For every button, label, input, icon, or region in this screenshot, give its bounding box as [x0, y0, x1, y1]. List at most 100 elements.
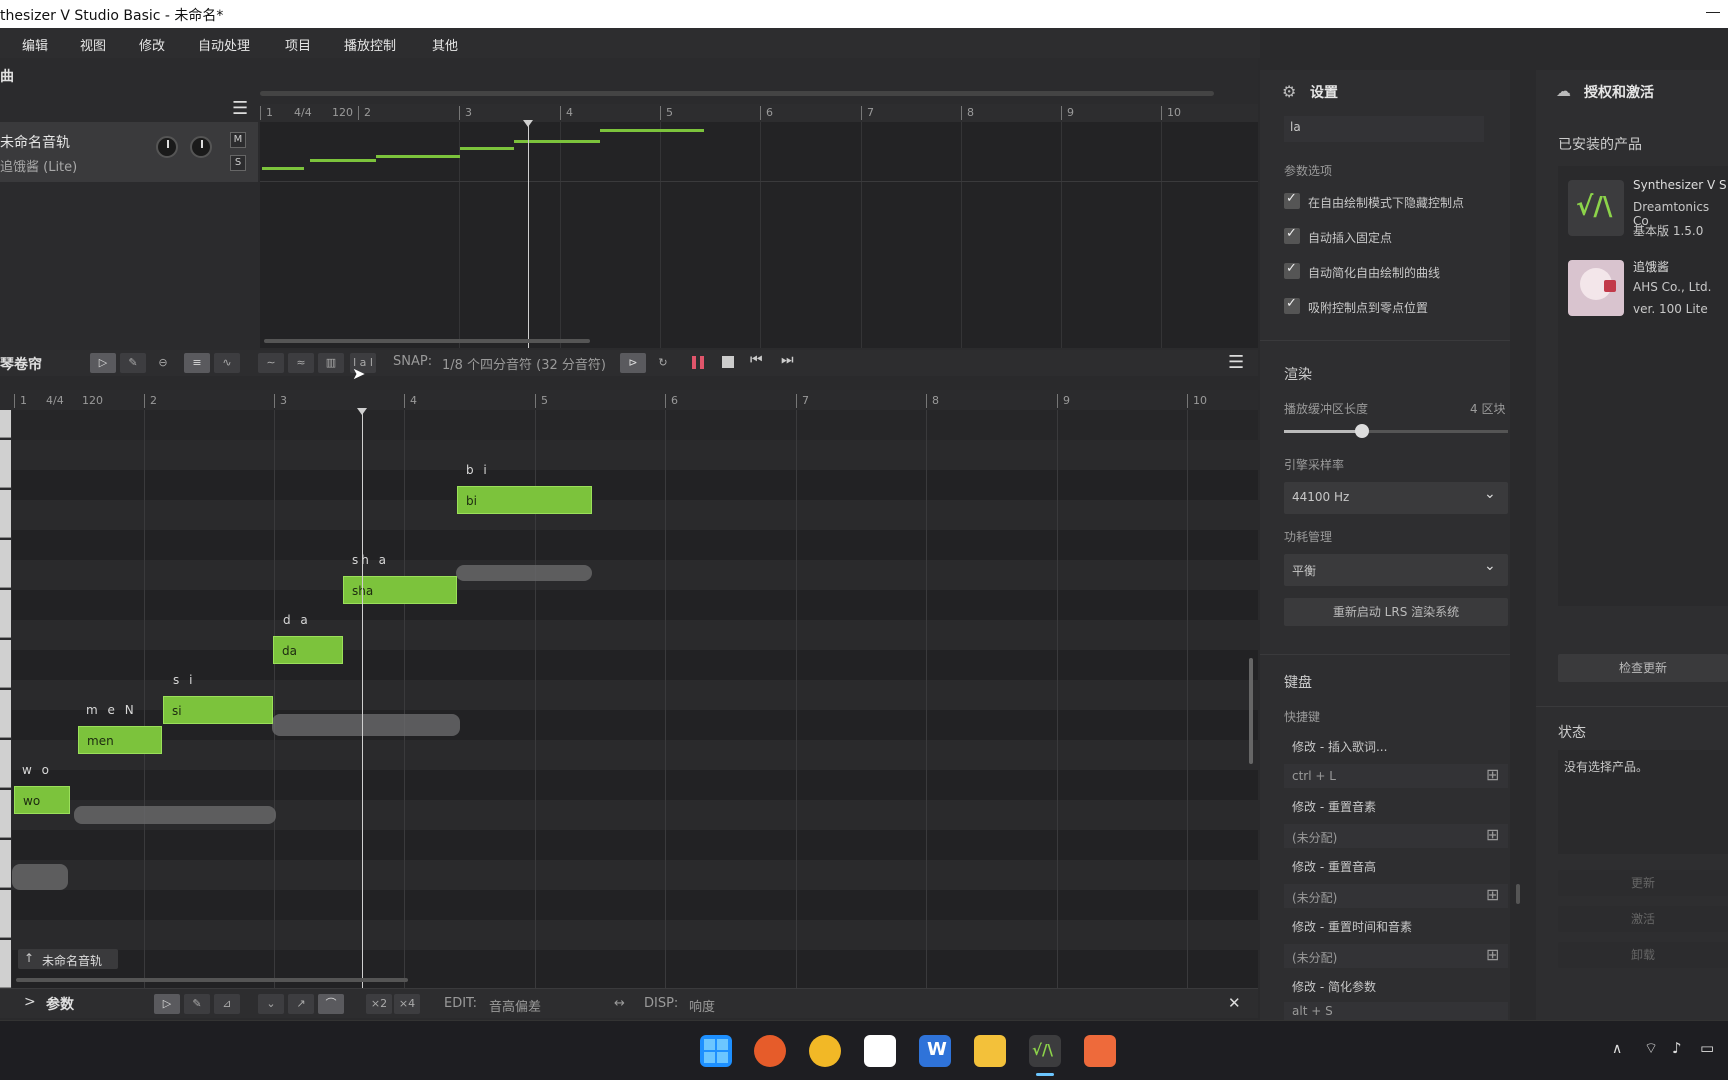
track-header[interactable]: 未命名音轨 追饿酱 (Lite) M S	[0, 122, 258, 182]
voicebank-avatar[interactable]	[1568, 260, 1624, 316]
menu-view[interactable]: 视图	[80, 35, 106, 54]
curve-tool-icon[interactable]: ∿	[214, 353, 240, 373]
arrangement-top-scrollbar[interactable]	[260, 91, 1214, 96]
wifi-icon[interactable]: ⌔	[1644, 1039, 1658, 1058]
note-da[interactable]: da	[273, 636, 343, 664]
shortcut-key-field[interactable]: alt + S	[1284, 1002, 1508, 1020]
checkbox-snap-to-zero[interactable]	[1284, 296, 1300, 314]
param-pen-icon[interactable]: ✎	[184, 994, 210, 1014]
solo-button[interactable]: S	[230, 155, 246, 171]
param-select-icon[interactable]: ▷	[154, 994, 180, 1014]
link-tool-icon[interactable]: ⊖	[150, 353, 176, 373]
skip-back-icon[interactable]: ⏮	[750, 352, 763, 368]
cloud-app-icon[interactable]	[864, 1035, 896, 1067]
parameters-label[interactable]: 参数	[46, 994, 74, 1014]
buffer-slider-track[interactable]	[1284, 424, 1508, 438]
chevron-right-icon[interactable]: >	[24, 994, 36, 1010]
menu-modify[interactable]: 修改	[139, 35, 165, 54]
note-si[interactable]: si	[163, 696, 273, 724]
param-line-icon[interactable]: ⊿	[214, 994, 240, 1014]
start-icon[interactable]	[700, 1035, 732, 1067]
menu-edit[interactable]: 编辑	[22, 35, 48, 54]
snap-value[interactable]: 1/8 个四分音符 (32 分音符)	[442, 354, 606, 373]
phoneme-input[interactable]: la	[1284, 116, 1484, 142]
battery-icon[interactable]: ▭	[1700, 1039, 1714, 1057]
zoom-x2-button[interactable]: ×2	[366, 994, 392, 1014]
arrangement-menu-icon[interactable]: ☰	[232, 98, 248, 119]
play-from-cursor-icon[interactable]: ⊳	[620, 353, 646, 373]
taskbar: W √/\ ∧ ⌔ ♪ ▭	[0, 1020, 1728, 1080]
note-men[interactable]: men	[78, 726, 162, 754]
arrangement-ruler[interactable]: 1 4/4 120 2 3 4 5 6 7 8 9 10	[260, 104, 1258, 122]
zoom-x4-button[interactable]: ×4	[394, 994, 420, 1014]
shortcut-key-field[interactable]: (未分配) ⊞	[1284, 944, 1508, 968]
synthv-taskbar-icon[interactable]: √/\	[1029, 1035, 1061, 1067]
pen-tool-icon[interactable]: ✎	[120, 353, 146, 373]
arrow-up-icon: ↑	[24, 951, 35, 965]
align-tool-icon[interactable]: ≡	[184, 353, 210, 373]
piano-roll-hscrollbar[interactable]	[16, 978, 408, 982]
check-update-button[interactable]: 检查更新	[1558, 654, 1728, 682]
pan-knob[interactable]	[190, 136, 212, 158]
arrangement-playhead[interactable]	[528, 122, 529, 348]
menu-project[interactable]: 项目	[285, 35, 311, 54]
shortcut-key-field[interactable]: (未分配) ⊞	[1284, 884, 1508, 908]
current-track-chip[interactable]: ↑ 未命名音轨	[18, 949, 118, 969]
display-parameter-value[interactable]: 响度	[689, 996, 715, 1015]
word-icon[interactable]: W	[919, 1035, 951, 1067]
chevron-up-icon[interactable]: ∧	[1612, 1041, 1622, 1057]
piano-keys[interactable]	[0, 410, 12, 988]
shortcut-key-field[interactable]: ctrl + L ⊞	[1284, 764, 1508, 788]
note-bi[interactable]: bi	[457, 486, 592, 514]
param-smooth-icon[interactable]: ⌄	[258, 994, 284, 1014]
note-sha[interactable]: sha	[343, 576, 457, 604]
status-heading: 状态	[1558, 725, 1586, 741]
checkbox-auto-insert-anchor[interactable]	[1284, 226, 1300, 244]
swap-icon[interactable]: ↔	[614, 996, 625, 1011]
arrangement-timeline[interactable]	[260, 104, 1258, 348]
checkbox-auto-simplify-curve[interactable]	[1284, 261, 1300, 279]
app-icon[interactable]	[754, 1035, 786, 1067]
plus-icon: ⊞	[1486, 765, 1500, 784]
minimize-button[interactable]	[1706, 12, 1720, 13]
uninstall-button[interactable]: 卸载	[1558, 942, 1728, 968]
buffer-slider-thumb[interactable]	[1355, 424, 1370, 438]
synthv-logo-icon[interactable]: √/\	[1568, 180, 1624, 236]
checkbox-hide-control-points[interactable]	[1284, 191, 1300, 209]
edit-parameter-value[interactable]: 音高偏差	[489, 996, 541, 1015]
menu-auto-process[interactable]: 自动处理	[198, 35, 250, 54]
activate-button[interactable]: 激活	[1558, 906, 1728, 932]
loop-icon[interactable]: ↻	[650, 353, 676, 373]
folder-icon[interactable]	[974, 1035, 1006, 1067]
param-ramp-icon[interactable]: ↗	[288, 994, 314, 1014]
waveform-icon[interactable]: ▥	[318, 353, 344, 373]
piano-roll-vscrollbar[interactable]	[1249, 658, 1253, 764]
speaker-icon[interactable]: ♪	[1672, 1039, 1682, 1057]
piano-roll-ruler[interactable]: 1 4/4 120 2 3 4 5 6 7 8 9 10	[0, 390, 1258, 410]
vibrato-curve-icon[interactable]: ≈	[288, 353, 314, 373]
track-name[interactable]: 未命名音轨	[0, 132, 70, 152]
volume-knob[interactable]	[156, 136, 178, 158]
pitch-curve-icon[interactable]: ∼	[258, 353, 284, 373]
pause-icon[interactable]	[692, 356, 704, 369]
arrangement-scrollbar[interactable]	[264, 339, 590, 343]
menu-playback[interactable]: 播放控制	[344, 35, 396, 54]
note-wo[interactable]: wo	[14, 786, 70, 814]
update-button[interactable]: 更新	[1558, 870, 1728, 896]
shortcut-key-field[interactable]: (未分配) ⊞	[1284, 824, 1508, 848]
piano-roll-playhead[interactable]	[362, 410, 363, 988]
piano-roll-menu-icon[interactable]: ☰	[1228, 352, 1244, 373]
select-tool-icon[interactable]: ▷	[90, 353, 116, 373]
sample-rate-dropdown[interactable]: 44100 Hz ⌄	[1284, 482, 1508, 514]
power-dropdown[interactable]: 平衡 ⌄	[1284, 554, 1508, 586]
settings-scrollbar[interactable]	[1516, 884, 1520, 904]
skip-forward-icon[interactable]: ⏭	[781, 352, 794, 368]
mute-button[interactable]: M	[230, 132, 246, 148]
menu-other[interactable]: 其他	[432, 35, 458, 54]
param-arc-icon[interactable]: ⌒	[318, 994, 344, 1014]
restart-lrs-button[interactable]: 重新启动 LRS 渲染系统	[1284, 598, 1508, 626]
stop-icon[interactable]	[722, 356, 734, 368]
browser-icon[interactable]	[809, 1035, 841, 1067]
close-icon[interactable]: ✕	[1228, 994, 1241, 1012]
slides-icon[interactable]	[1084, 1035, 1116, 1067]
